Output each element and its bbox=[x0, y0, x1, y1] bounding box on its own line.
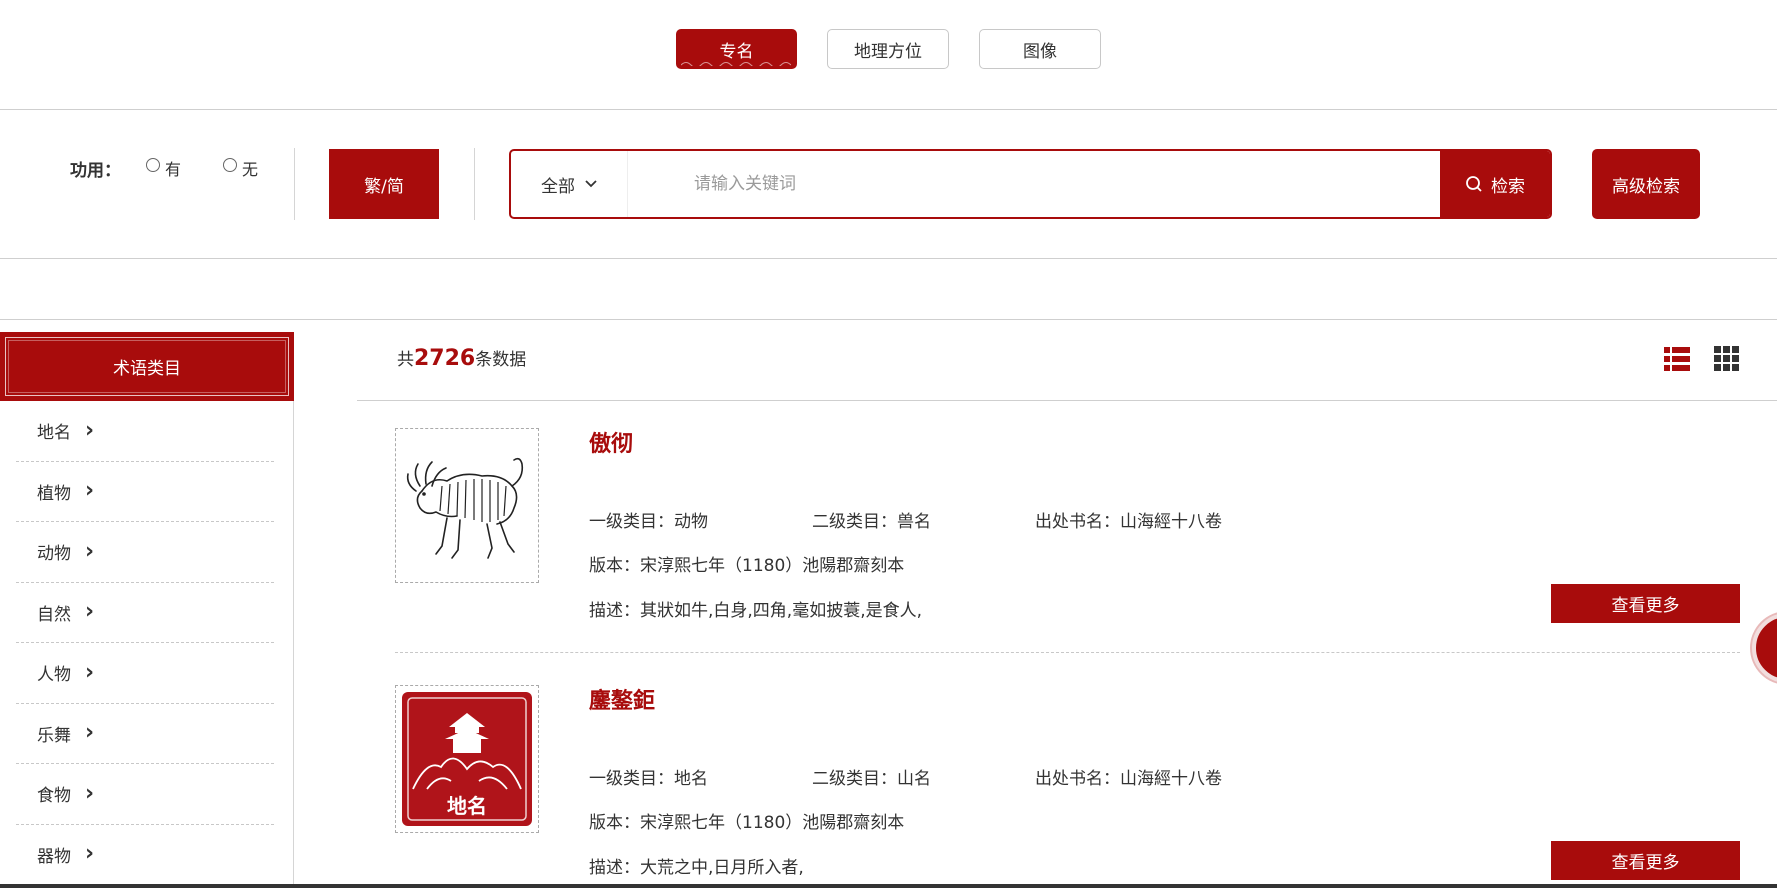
sidebar-item-label: 器物 bbox=[37, 846, 71, 867]
sidebar-item-person[interactable]: 人物 › bbox=[16, 643, 274, 704]
scope-value: 全部 bbox=[541, 176, 575, 197]
grid-view-icon[interactable] bbox=[1714, 346, 1740, 372]
sidebar-item-food[interactable]: 食物 › bbox=[16, 764, 274, 825]
search-box: 全部 检索 bbox=[509, 149, 1552, 219]
search-button[interactable]: 检索 bbox=[1440, 151, 1550, 217]
sidebar-item-nature[interactable]: 自然 › bbox=[16, 583, 274, 643]
view-more-button[interactable]: 查看更多 bbox=[1551, 841, 1740, 880]
traditional-simplified-button[interactable]: 繁/简 bbox=[329, 149, 439, 219]
divider bbox=[0, 258, 1777, 259]
view-more-button[interactable]: 查看更多 bbox=[1551, 584, 1740, 623]
result-thumbnail[interactable]: 地名 bbox=[395, 685, 539, 833]
advanced-search-button[interactable]: 高级检索 bbox=[1592, 149, 1700, 219]
chevron-right-icon: › bbox=[85, 417, 95, 443]
chevron-right-icon: › bbox=[85, 841, 95, 867]
sidebar-item-label: 自然 bbox=[37, 604, 71, 625]
result-thumbnail[interactable] bbox=[395, 428, 539, 583]
tab-label: 地理方位 bbox=[854, 41, 922, 62]
stamp-label: 地名 bbox=[447, 794, 487, 818]
ox-illustration-icon bbox=[406, 457, 524, 559]
divider bbox=[0, 109, 1777, 110]
tab-label: 图像 bbox=[1023, 41, 1057, 62]
sidebar-title: 术语类目 bbox=[5, 337, 289, 396]
page: 专名 地理方位 图像 功用： 有 无 繁/简 全部 请输入关键词 检索 高级检索… bbox=[0, 0, 1777, 888]
chevron-right-icon: › bbox=[85, 659, 95, 685]
sidebar-item-animal[interactable]: 动物 › bbox=[16, 522, 274, 583]
chevron-right-icon: › bbox=[85, 599, 95, 625]
radio-label: 有 bbox=[165, 160, 182, 179]
function-radio-no[interactable]: 无 bbox=[223, 156, 258, 180]
top-tabs: 专名 地理方位 图像 bbox=[0, 29, 1777, 69]
sidebar-item-label: 人物 bbox=[37, 665, 71, 686]
chevron-right-icon: › bbox=[85, 720, 95, 746]
divider bbox=[0, 319, 1777, 320]
separator bbox=[474, 148, 475, 220]
sidebar-item-place[interactable]: 地名 › bbox=[16, 401, 274, 462]
chevron-right-icon: › bbox=[85, 538, 95, 564]
sidebar-item-artifact[interactable]: 器物 › bbox=[16, 825, 274, 885]
sidebar-item-label: 乐舞 bbox=[37, 725, 71, 746]
result-count: 共 2726 条数据 bbox=[397, 345, 526, 371]
tab-proper-names[interactable]: 专名 bbox=[676, 29, 797, 69]
bottom-bar bbox=[0, 884, 1777, 888]
radio-circle-icon bbox=[146, 158, 160, 172]
result-edition: 版本：宋淳熙七年（1180）池陽郡齋刻本 bbox=[589, 813, 905, 833]
result-source: 出处书名：山海經十八卷 bbox=[1035, 512, 1222, 532]
sidebar-item-plant[interactable]: 植物 › bbox=[16, 462, 274, 522]
function-radio-yes[interactable]: 有 bbox=[146, 156, 181, 180]
function-label: 功用： bbox=[70, 161, 121, 181]
floating-action-button[interactable] bbox=[1752, 613, 1777, 683]
result-item: 傲彻 一级类目：动物 二级类目：兽名 出处书名：山海經十八卷 版本：宋淳熙七年（… bbox=[395, 396, 1740, 653]
sidebar-item-label: 植物 bbox=[37, 483, 71, 504]
result-level2: 二级类目：兽名 bbox=[812, 512, 931, 532]
chevron-right-icon: › bbox=[85, 478, 95, 504]
search-scope-select[interactable]: 全部 bbox=[511, 151, 628, 217]
result-description: 描述：大荒之中,日月所入者, bbox=[589, 858, 804, 878]
tab-label: 专名 bbox=[719, 41, 754, 62]
result-title[interactable]: 鏖鏊鉅 bbox=[589, 683, 655, 715]
search-input[interactable] bbox=[628, 151, 1440, 217]
result-level1: 一级类目：动物 bbox=[589, 512, 708, 532]
result-level1: 一级类目：地名 bbox=[589, 769, 708, 789]
search-icon bbox=[1466, 176, 1482, 192]
tab-geography[interactable]: 地理方位 bbox=[827, 29, 949, 69]
sidebar-border bbox=[293, 401, 294, 888]
chevron-right-icon: › bbox=[85, 780, 95, 806]
radio-circle-icon bbox=[223, 158, 237, 172]
result-edition: 版本：宋淳熙七年（1180）池陽郡齋刻本 bbox=[589, 556, 905, 576]
result-description: 描述：其狀如牛,白身,四角,毫如披蓑,是食人, bbox=[589, 601, 923, 621]
tab-images[interactable]: 图像 bbox=[979, 29, 1101, 69]
sidebar-list: 地名 › 植物 › 动物 › 自然 › 人物 › 乐舞 › 食物 › 器物 › bbox=[16, 401, 274, 885]
sidebar-item-music-dance[interactable]: 乐舞 › bbox=[16, 704, 274, 764]
count-suffix: 条数据 bbox=[475, 350, 527, 370]
radio-label: 无 bbox=[242, 160, 259, 179]
result-item: 地名 鏖鏊鉅 一级类目：地名 二级类目：山名 出处书名：山海經十八卷 版本：宋淳… bbox=[395, 653, 1740, 888]
count-prefix: 共 bbox=[397, 350, 414, 370]
place-name-stamp-icon: 地名 bbox=[402, 692, 532, 826]
result-title[interactable]: 傲彻 bbox=[589, 426, 633, 458]
sidebar-item-label: 动物 bbox=[37, 544, 71, 565]
sidebar-item-label: 地名 bbox=[37, 423, 71, 444]
sidebar-item-label: 食物 bbox=[37, 786, 71, 807]
count-number: 2726 bbox=[414, 346, 476, 371]
list-view-icon[interactable] bbox=[1664, 346, 1690, 372]
separator bbox=[294, 148, 295, 220]
chevron-down-icon bbox=[585, 177, 597, 192]
result-level2: 二级类目：山名 bbox=[812, 769, 931, 789]
result-source: 出处书名：山海經十八卷 bbox=[1035, 769, 1222, 789]
search-button-label: 检索 bbox=[1491, 176, 1525, 197]
sidebar-header: 术语类目 bbox=[0, 332, 294, 401]
wave-ornament-icon bbox=[681, 62, 791, 66]
